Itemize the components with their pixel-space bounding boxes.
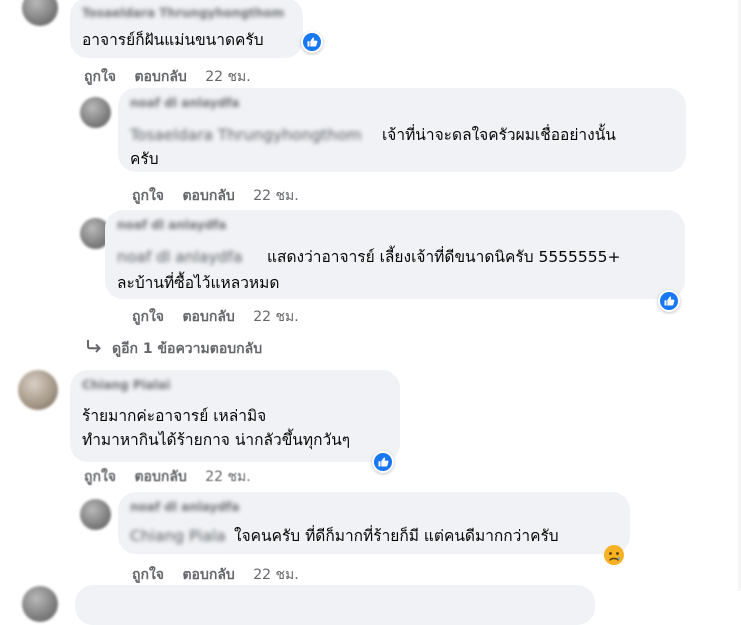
avatar[interactable] [18, 370, 58, 410]
mention-tag[interactable]: Tosaeldara Thrungyhongthom [130, 125, 376, 145]
commenter-name[interactable]: Tosaeldara Thrungyhongthom [82, 6, 284, 20]
sad-icon [604, 545, 624, 565]
comment-actions: ถูกใจ ตอบกลับ 22 ชม. [84, 466, 251, 488]
comment-text: ละบ้านที่ซื้อไว้แหลวหมด [117, 274, 280, 292]
comment-text-body: แสดงว่าอาจารย์ เลี้ยงเจ้าที่ดีขนาดนิครับ… [267, 248, 621, 266]
like-reaction[interactable] [301, 31, 323, 53]
comment-text: ครับ [130, 150, 159, 168]
like-icon [660, 292, 678, 310]
commenter-name[interactable]: Chiang Pialai [82, 378, 170, 392]
comment-actions: ถูกใจ ตอบกลับ 22 ชม. [132, 564, 299, 586]
comment-text-body: เจ้าที่น่าจะดลใจครัวผมเชื่ออย่างนั้น [382, 126, 616, 144]
like-icon [374, 453, 392, 471]
comment-text-body: ใจคนครับ ที่ดีก็มากที่ร้ายก็มี แต่คนดีมา… [234, 527, 559, 545]
avatar[interactable] [22, 586, 58, 622]
timestamp[interactable]: 22 ชม. [253, 185, 298, 207]
commenter-name[interactable]: noaf dl anlaydfa [117, 218, 226, 232]
mention-tag[interactable]: Chiang Pialai [130, 526, 226, 546]
view-more-replies-link[interactable]: ดูอีก 1 ข้อความตอบกลับ [86, 338, 262, 360]
avatar[interactable] [22, 0, 58, 26]
like-button[interactable]: ถูกใจ [132, 564, 164, 586]
comment-bubble: Tosaeldara Thrungyhongthom อาจารย์ก็ฝันแ… [70, 0, 303, 58]
mention-tag[interactable]: noaf dl anlaydfa [117, 247, 257, 267]
reply-button[interactable]: ตอบกลับ [182, 185, 234, 207]
comment-bubble: Chiang Pialai ร้ายมากค่ะอาจารย์ เหล่ามิจ… [70, 370, 400, 462]
comment-text: ทำมาหากินได้ร้ายกาจ น่ากลัวขึ้นทุกวันๆ [82, 431, 351, 449]
commenter-name[interactable]: noaf dl anlaydfa [130, 96, 239, 110]
comment-text: อาจารย์ก็ฝันแม่นขนาดครับ [82, 31, 264, 49]
timestamp[interactable]: 22 ชม. [205, 66, 250, 88]
commenter-name[interactable]: noaf dl anlaydfa [130, 500, 239, 514]
like-button[interactable]: ถูกใจ [84, 66, 116, 88]
like-reaction[interactable] [372, 451, 394, 473]
comment-text: noaf dl anlaydfa แสดงว่าอาจารย์ เลี้ยงเจ้… [117, 247, 620, 267]
like-button[interactable]: ถูกใจ [132, 185, 164, 207]
comment-bubble: noaf dl anlaydfa noaf dl anlaydfa แสดงว่า… [105, 210, 685, 299]
timestamp[interactable]: 22 ชม. [253, 564, 298, 586]
reply-button[interactable]: ตอบกลับ [134, 466, 186, 488]
comment-actions: ถูกใจ ตอบกลับ 22 ชม. [132, 306, 299, 328]
view-more-label[interactable]: ดูอีก 1 ข้อความตอบกลับ [112, 341, 262, 357]
comment-actions: ถูกใจ ตอบกลับ 22 ชม. [132, 185, 299, 207]
comment-text: ร้ายมากค่ะอาจารย์ เหล่ามิจ [82, 407, 267, 425]
like-button[interactable]: ถูกใจ [132, 306, 164, 328]
like-icon [303, 33, 321, 51]
reply-button[interactable]: ตอบกลับ [182, 306, 234, 328]
comment-text: Tosaeldara Thrungyhongthom เจ้าที่น่าจะดล… [130, 125, 616, 145]
avatar[interactable] [80, 499, 111, 530]
timestamp[interactable]: 22 ชม. [205, 466, 250, 488]
like-button[interactable]: ถูกใจ [84, 466, 116, 488]
like-reaction[interactable] [658, 290, 680, 312]
timestamp[interactable]: 22 ชม. [253, 306, 298, 328]
comment-actions: ถูกใจ ตอบกลับ 22 ชม. [84, 66, 251, 88]
reply-button[interactable]: ตอบกลับ [182, 564, 234, 586]
reply-arrow-icon [86, 339, 102, 357]
comment-bubble: noaf dl anlaydfa Chiang Pialai ใจคนครับ ท… [118, 492, 630, 554]
reply-button[interactable]: ตอบกลับ [134, 66, 186, 88]
avatar[interactable] [80, 97, 111, 128]
comment-bubble [75, 585, 595, 625]
comment-bubble: noaf dl anlaydfa Tosaeldara Thrungyhongt… [118, 88, 686, 172]
sad-reaction[interactable] [603, 544, 625, 566]
comment-text: Chiang Pialai ใจคนครับ ที่ดีก็มากที่ร้ายก… [130, 526, 559, 546]
